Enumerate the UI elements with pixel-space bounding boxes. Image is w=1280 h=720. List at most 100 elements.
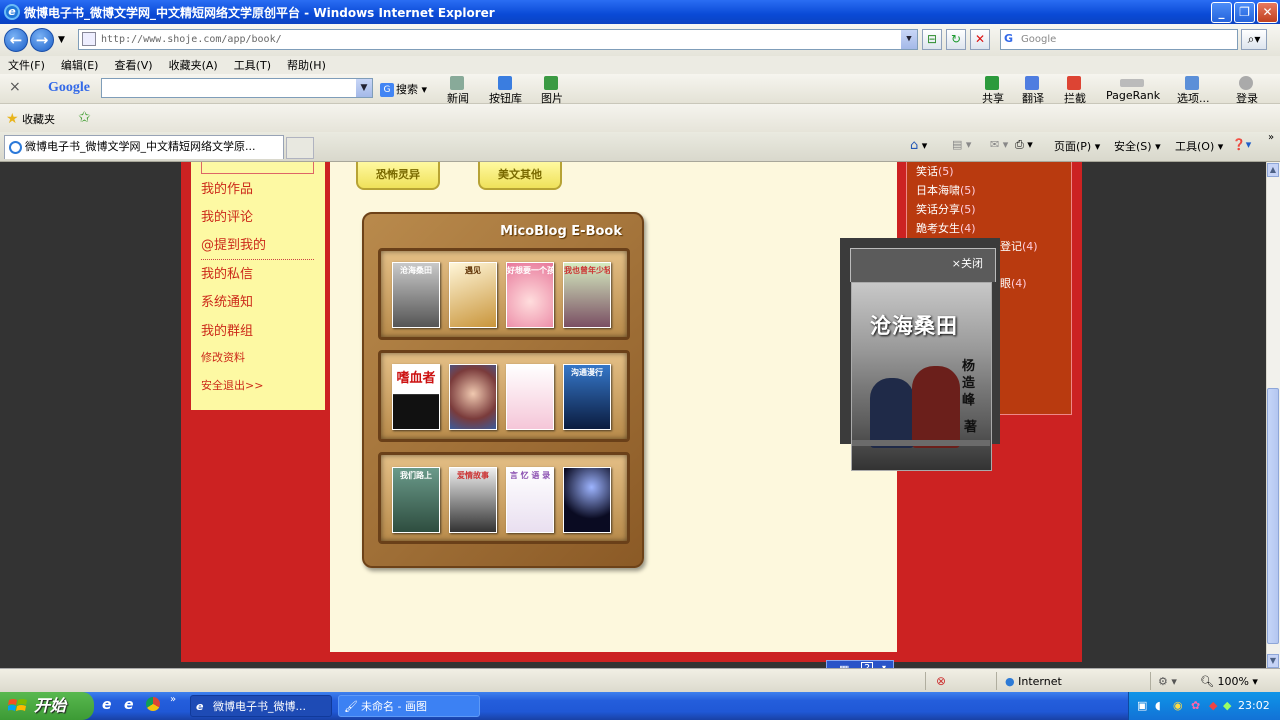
app-tray-icon[interactable]: ◆	[1209, 699, 1217, 712]
sidebar-item-groups[interactable]: 我的群组	[201, 320, 253, 339]
tag-item[interactable]: 笑话(5)	[916, 163, 954, 179]
address-dropdown-icon[interactable]: ▼	[901, 30, 917, 49]
user-icon	[1239, 76, 1253, 90]
quicklaunch-ie-icon[interactable]: e	[124, 697, 134, 713]
toolbar-close-icon[interactable]: ×	[9, 79, 21, 95]
book-cover[interactable]	[449, 364, 497, 430]
chevron-right-icon[interactable]: »	[1268, 132, 1274, 143]
mail-icon[interactable]: ✉ ▾	[990, 138, 1008, 151]
close-window-button[interactable]: ✕	[1257, 2, 1278, 23]
security-shield-icon[interactable]: ◉	[1173, 699, 1183, 712]
sidebar-item-my-works[interactable]: 我的作品	[201, 178, 253, 197]
taskbar-item-paint[interactable]: 🖌︎ 未命名 - 画图	[338, 695, 480, 717]
book-cover[interactable]: 我也曾年少轻狂	[563, 262, 611, 328]
privacy-icon[interactable]: ⊗	[936, 674, 946, 688]
scroll-up-icon[interactable]: ▲	[1267, 163, 1279, 177]
tag-item[interactable]: 笑话分享(5)	[916, 201, 976, 217]
favorites-bar	[0, 104, 1280, 132]
book-cover[interactable]: 沧海桑田	[392, 262, 440, 328]
page-menu[interactable]: 页面(P) ▾	[1054, 138, 1100, 154]
browser-search-input[interactable]: G Google	[1000, 29, 1238, 50]
quicklaunch-chrome-icon[interactable]	[146, 697, 160, 711]
sidebar-item-my-comments[interactable]: 我的评论	[201, 206, 253, 225]
maximize-button[interactable]: ❐	[1234, 2, 1255, 23]
pagerank-indicator[interactable]: PageRank	[1106, 76, 1160, 102]
forward-button[interactable]: →	[30, 28, 54, 52]
sidebar-item-mentions[interactable]: @提到我的	[201, 234, 266, 253]
login-button[interactable]: 登录	[1236, 76, 1258, 106]
minimize-button[interactable]: _	[1211, 2, 1232, 23]
taskbar-item-ie[interactable]: e 微博电子书_微博...	[190, 695, 332, 717]
translate-button[interactable]: 翻译	[1022, 76, 1044, 106]
refresh-icon[interactable]: ↻	[946, 29, 966, 50]
sidebar-item-messages[interactable]: 我的私信	[201, 263, 253, 282]
quicklaunch-more-icon[interactable]: »	[170, 694, 176, 705]
feeds-icon[interactable]: ▤ ▾	[952, 138, 971, 151]
google-logo: Google	[48, 80, 90, 95]
tag-item[interactable]: 眼(4)	[1000, 275, 1027, 291]
scroll-thumb[interactable]	[1267, 388, 1279, 644]
menu-tools[interactable]: 工具(T)	[234, 57, 271, 73]
popup-close-button[interactable]: ×关闭	[952, 257, 983, 270]
menu-help[interactable]: 帮助(H)	[287, 57, 326, 73]
sidebar-item-notifications[interactable]: 系统通知	[201, 291, 253, 310]
app-tray-icon[interactable]: ◆	[1223, 699, 1231, 712]
share-button[interactable]: 共享	[982, 76, 1004, 106]
popup-blocker-button[interactable]: 拦截	[1064, 76, 1086, 106]
sidebar-item-logout[interactable]: 安全退出>>	[201, 377, 263, 393]
back-button[interactable]: ←	[4, 28, 28, 52]
book-cover[interactable]: 沟通漫行	[563, 364, 611, 430]
google-search-dropdown-icon[interactable]: ▼	[356, 79, 372, 97]
news-button[interactable]: 新闻	[447, 76, 469, 106]
quicklaunch-ie-icon[interactable]: e	[102, 697, 112, 713]
address-bar[interactable]: http://www.shoje.com/app/book/ ▼	[78, 29, 918, 50]
zoom-control[interactable]: 🔍︎ 100% ▾	[1200, 675, 1258, 688]
tag-item[interactable]: 登记(4)	[1000, 238, 1038, 254]
sidebar-item-edit-profile[interactable]: 修改资料	[201, 349, 245, 365]
book-cover[interactable]: 遇见	[449, 262, 497, 328]
home-button[interactable]: ⌂ ▾	[910, 138, 927, 153]
volume-icon[interactable]: ◖	[1155, 699, 1161, 712]
book-cover[interactable]: 爱情故事	[449, 467, 497, 533]
history-dropdown-icon[interactable]: ▼	[58, 35, 65, 45]
menu-edit[interactable]: 编辑(E)	[61, 57, 99, 73]
favorites-button[interactable]: ★ 收藏夹	[6, 111, 55, 127]
network-icon[interactable]: ▣	[1137, 699, 1147, 712]
zoom-icon: 🔍︎	[1200, 675, 1214, 688]
tag-item[interactable]: 跪考女生(4)	[916, 220, 976, 236]
menu-view[interactable]: 查看(V)	[114, 57, 152, 73]
book-cover[interactable]	[563, 467, 611, 533]
category-horror[interactable]: 恐怖灵异	[356, 162, 440, 190]
book-cover[interactable]: 好想要一个孩子	[506, 262, 554, 328]
add-favorite-icon[interactable]: ✩	[78, 108, 91, 126]
new-tab-button[interactable]	[286, 137, 314, 159]
google-search-input[interactable]: ▼	[101, 78, 373, 98]
book-cover[interactable]: 言 忆 语 录	[506, 467, 554, 533]
google-search-button[interactable]: G 搜索 ▾	[380, 81, 427, 97]
scroll-down-icon[interactable]: ▼	[1267, 654, 1279, 668]
protected-mode-icon[interactable]: ⚙ ▾	[1158, 675, 1177, 688]
book-cover[interactable]: 我们路上	[392, 467, 440, 533]
security-zone[interactable]: ● Internet	[1005, 675, 1062, 688]
cover-figure	[870, 378, 914, 448]
shelf-title: MicoBlog E-Book	[500, 224, 622, 239]
app-tray-icon[interactable]: ✿	[1191, 699, 1200, 712]
menu-favorites[interactable]: 收藏夹(A)	[169, 57, 218, 73]
category-essay[interactable]: 美文其他	[478, 162, 562, 190]
stop-icon[interactable]: ✕	[970, 29, 990, 50]
book-cover[interactable]: 嗜血者	[392, 364, 440, 430]
search-go-icon[interactable]: ⌕▾	[1241, 29, 1267, 50]
book-cover[interactable]	[506, 364, 554, 430]
help-icon[interactable]: ❓▾	[1232, 138, 1251, 151]
tab-current[interactable]: 微博电子书_微博文学网_中文精短网络文学原...	[4, 135, 284, 159]
windows-logo-icon	[8, 699, 27, 711]
safety-menu[interactable]: 安全(S) ▾	[1114, 138, 1161, 154]
menu-file[interactable]: 文件(F)	[8, 57, 45, 73]
tag-item[interactable]: 日本海啸(5)	[916, 182, 976, 198]
images-button[interactable]: 图片	[541, 76, 563, 106]
compat-view-icon[interactable]: ⊟	[922, 29, 942, 50]
tools-menu[interactable]: 工具(O) ▾	[1175, 138, 1223, 154]
button-gallery-button[interactable]: 按钮库	[489, 76, 522, 106]
options-button[interactable]: 选项...	[1177, 76, 1210, 106]
print-button[interactable]: ⎙ ▾	[1015, 138, 1033, 152]
